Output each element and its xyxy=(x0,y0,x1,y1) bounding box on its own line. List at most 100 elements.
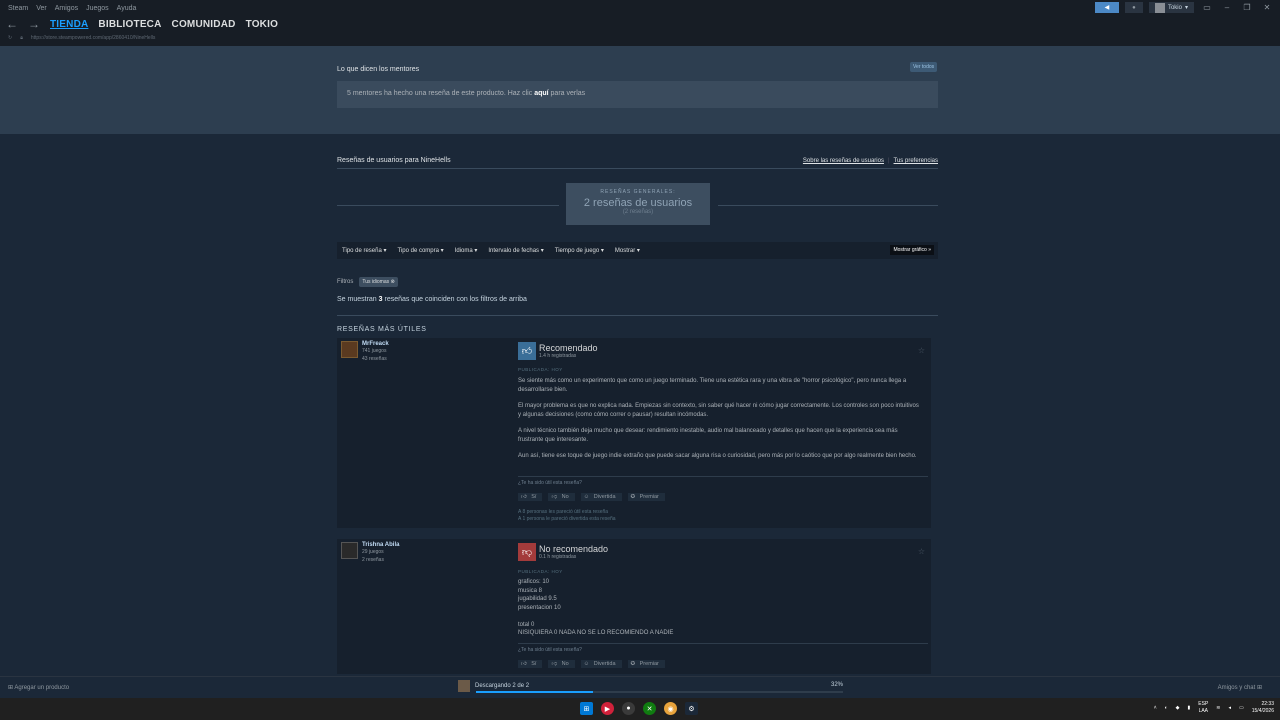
windows-start-icon[interactable]: ⊞ xyxy=(580,702,593,715)
steam-taskbar-icon[interactable]: ⚙ xyxy=(685,702,698,715)
notifications-button[interactable]: ● xyxy=(1124,2,1143,13)
chevron-down-icon: ▾ xyxy=(1184,5,1188,11)
close-icon[interactable]: ✕ xyxy=(1260,3,1274,12)
volume-icon[interactable]: ◂ xyxy=(1229,705,1232,711)
vote-yes-button[interactable]: 👍︎ Sí xyxy=(518,660,543,668)
chevron-up-icon[interactable]: ˄ xyxy=(1154,705,1157,711)
vote-yes-button[interactable]: 👍︎ Sí xyxy=(518,493,543,501)
star-icon[interactable]: ☆ xyxy=(918,547,925,556)
filter-chip[interactable]: Tus idiomas ⊗ xyxy=(359,277,398,287)
xbox-icon[interactable]: ✕ xyxy=(643,702,656,715)
view-all-button[interactable]: Ver todos xyxy=(910,62,938,72)
menu-juegos[interactable]: Juegos xyxy=(86,5,109,12)
author-reviews[interactable]: 43 reseñas xyxy=(362,355,389,363)
minimize-icon[interactable]: – xyxy=(1220,3,1234,12)
media-player-icon[interactable]: ▶ xyxy=(601,702,614,715)
review-author[interactable]: Trishna Abila 29 juegos 2 reseñas xyxy=(341,542,399,564)
divider xyxy=(337,315,938,316)
review-verdict[interactable]: 👍︎ Recomendado 1.4 h registradas xyxy=(518,342,598,360)
vote-funny-button[interactable]: ☺ Divertida xyxy=(580,660,622,668)
avatar[interactable] xyxy=(341,542,358,559)
vote-no-button[interactable]: 👎︎ No xyxy=(548,660,575,668)
vote-funny-label: Divertida xyxy=(590,660,619,668)
back-arrow-icon[interactable]: ← xyxy=(6,17,18,31)
microphone-icon[interactable]: ▮ xyxy=(1188,705,1191,711)
award-button[interactable]: ✪ Premiar xyxy=(627,493,665,501)
language-indicator[interactable]: ESP LAA xyxy=(1198,701,1208,715)
star-icon[interactable]: ☆ xyxy=(918,346,925,355)
review-line: total 0 xyxy=(518,621,535,628)
about-reviews-link[interactable]: Sobre las reseñas de usuarios xyxy=(803,158,884,164)
filter-date-range[interactable]: Intervalo de fechas xyxy=(488,247,543,254)
author-games[interactable]: 741 juegos xyxy=(362,347,389,355)
review-verdict[interactable]: 👎︎ No recomendado 0.1 h registradas xyxy=(518,543,608,561)
reload-icon[interactable]: ↻ xyxy=(8,35,12,41)
chrome-icon[interactable]: ◉ xyxy=(664,702,677,715)
user-menu[interactable]: Tokio ▾ xyxy=(1148,2,1194,13)
show-graph-button[interactable]: Mostrar gráfico » xyxy=(890,245,934,255)
add-product-button[interactable]: ⊞ Agregar un producto xyxy=(8,684,69,691)
friends-chat-button[interactable]: Amigos y chat ⊞ xyxy=(1218,684,1262,691)
url-text[interactable]: https://store.steampowered.com/app/28604… xyxy=(31,35,156,41)
review-body: Se siente más como un experimento que co… xyxy=(518,377,923,469)
mentors-box: 5 mentores ha hecho una reseña de este p… xyxy=(337,81,938,108)
author-games[interactable]: 29 juegos xyxy=(362,548,399,556)
mentors-section: Lo que dicen los mentores Ver todos 5 me… xyxy=(0,46,1280,134)
review-card: Trishna Abila 29 juegos 2 reseñas 👎︎ No … xyxy=(337,539,931,674)
review-line: presentacion 10 xyxy=(518,604,561,611)
forward-arrow-icon[interactable]: → xyxy=(28,17,40,31)
network-icon[interactable]: ◐ xyxy=(1165,705,1168,711)
filter-purchase-type[interactable]: Tipo de compra xyxy=(398,247,444,254)
clock-time: 22:33 xyxy=(1261,701,1274,707)
tab-comunidad[interactable]: COMUNIDAD xyxy=(172,19,236,30)
filter-language[interactable]: Idioma xyxy=(455,247,478,254)
filter-bar: Tipo de reseña Tipo de compra Idioma Int… xyxy=(337,242,938,259)
tab-biblioteca[interactable]: BIBLIOTECA xyxy=(98,19,161,30)
download-progress-fill xyxy=(476,691,594,693)
download-progress-bar xyxy=(476,691,843,693)
review-author[interactable]: MrFreack 741 juegos 43 reseñas xyxy=(341,341,389,363)
tab-tienda[interactable]: TIENDA xyxy=(50,19,88,30)
vote-yes-label: Sí xyxy=(528,493,540,501)
wifi-icon[interactable]: ≋ xyxy=(1216,705,1220,711)
mentors-text: 5 mentores ha hecho una reseña de este p… xyxy=(347,90,533,97)
battery-icon[interactable]: ▭ xyxy=(1239,705,1244,711)
menu-ver[interactable]: Ver xyxy=(36,5,47,12)
shield-icon[interactable]: ◆ xyxy=(1176,705,1180,711)
clock-date: 15/4/2026 xyxy=(1251,708,1274,714)
posted-date: PUBLICADA: HOY xyxy=(518,367,563,372)
filter-review-type[interactable]: Tipo de reseña xyxy=(342,247,387,254)
github-icon[interactable]: ● xyxy=(622,702,635,715)
download-text: Descargando 2 de 2 xyxy=(475,683,530,689)
reviews-title: Reseñas de usuarios para NineHells xyxy=(337,157,451,164)
avatar[interactable] xyxy=(341,341,358,358)
steam-menu[interactable]: Steam xyxy=(8,5,28,12)
award-button[interactable]: ✪ Premiar xyxy=(627,660,665,668)
close-icon[interactable]: ⊗ xyxy=(391,279,395,285)
filter-display[interactable]: Mostrar xyxy=(615,247,640,254)
review-body: graficos: 10 musica 8 jugabilidad 9.5 pr… xyxy=(518,578,923,638)
menu-ayuda[interactable]: Ayuda xyxy=(117,5,137,12)
os-taskbar: ⊞ ▶ ● ✕ ◉ ⚙ ˄ ◐ ◆ ▮ ESP LAA ≋ ◂ ▭ 22:33 … xyxy=(0,698,1280,720)
showing-after: reseñas que coinciden con los filtros de… xyxy=(384,296,527,303)
announcements-button[interactable]: ◀ xyxy=(1094,2,1119,13)
clock[interactable]: 22:33 15/4/2026 xyxy=(1252,701,1274,715)
tab-tokio[interactable]: TOKIO xyxy=(246,19,278,30)
filter-playtime[interactable]: Tiempo de juego xyxy=(555,247,604,254)
summary-label: RESEÑAS GENERALES: xyxy=(600,189,676,195)
bottom-bar: ⊞ Agregar un producto Descargando 2 de 2… xyxy=(0,676,1280,698)
funny-count: A 1 persona le pareció divertida esta re… xyxy=(518,516,616,522)
show-graph-label: Mostrar gráfico xyxy=(893,247,927,253)
posted-date: PUBLICADA: HOY xyxy=(518,569,563,574)
vote-no-button[interactable]: 👎︎ No xyxy=(548,493,575,501)
big-picture-icon[interactable]: ▭ xyxy=(1200,3,1214,12)
review-line: NISIQUIERA 0 NADA NO SE LO RECOMIENDO A … xyxy=(518,630,674,636)
preferences-link[interactable]: Tus preferencias xyxy=(894,158,938,164)
vote-funny-button[interactable]: ☺ Divertida xyxy=(580,493,622,501)
menu-amigos[interactable]: Amigos xyxy=(55,5,78,12)
plus-icon: ⊞ xyxy=(1256,685,1262,691)
mentors-link[interactable]: aquí xyxy=(534,90,548,97)
filters-label: Filtros xyxy=(337,279,354,285)
author-reviews[interactable]: 2 reseñas xyxy=(362,556,399,564)
maximize-icon[interactable]: ❐ xyxy=(1240,3,1254,12)
